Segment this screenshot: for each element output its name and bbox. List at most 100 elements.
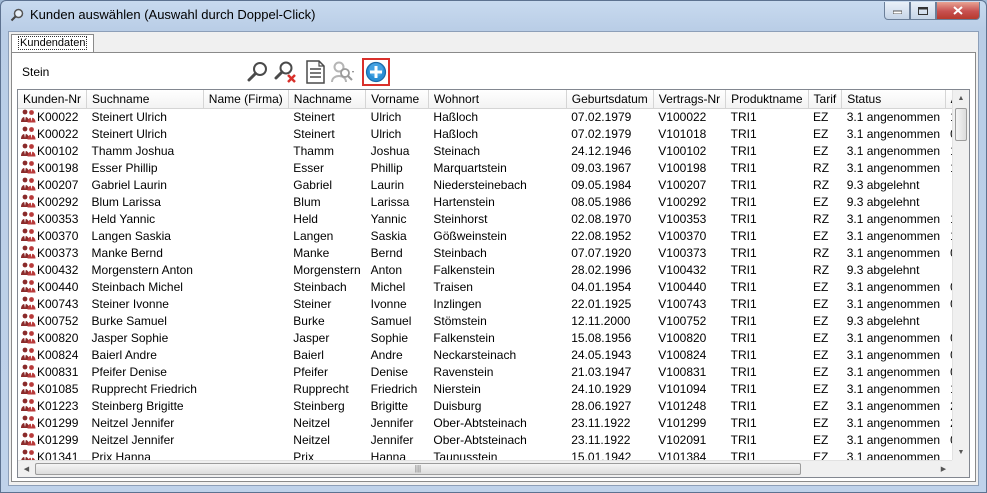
column-header[interactable]: Tarif [808, 90, 843, 109]
table-cell: EZ [813, 126, 829, 141]
table-cell: Jasper Sophie [91, 330, 169, 345]
column-header[interactable]: Vertrags-Nr [653, 90, 727, 109]
table-cell: RZ [813, 160, 830, 175]
column-header[interactable]: Nachname [288, 90, 367, 109]
table-cell: 9.3 abgelehnt [846, 177, 920, 192]
table-cell: V100353 [658, 211, 707, 226]
scroll-right-arrow-icon[interactable]: ▶ [935, 461, 952, 477]
table-row[interactable]: K00831 Pfeifer Denise Pfeifer Denise Ravenst… [18, 363, 969, 380]
table-cell: TRI1 [730, 296, 757, 311]
table-cell: 3.1 angenommen [846, 126, 941, 141]
table-cell: Phillip [370, 160, 403, 175]
scroll-up-arrow-icon[interactable]: ▲ [953, 90, 969, 107]
table-row[interactable]: K00207 Gabriel Laurin Gabriel Laurin Nieders… [18, 176, 969, 193]
table-cell: 3.1 angenommen [846, 330, 941, 345]
table-cell [203, 278, 288, 295]
column-header[interactable]: Vorname [365, 90, 429, 109]
table-cell: Laurin [370, 177, 405, 192]
search-input[interactable] [17, 61, 242, 83]
customer-icon [21, 160, 36, 174]
table-cell: Esser [293, 160, 324, 175]
table-row[interactable]: K01299 Neitzel Jennifer Neitzel Jennifer Obe… [18, 414, 969, 431]
customer-icon [21, 211, 36, 225]
table-row[interactable]: K00373 Manke Bernd Manke Bernd Steinbach 07.0… [18, 244, 969, 261]
table-cell: 09.05.1984 [571, 177, 632, 192]
vertical-scrollbar[interactable]: ▲ ▼ [952, 90, 969, 461]
horizontal-scroll-thumb[interactable]: ||| [35, 463, 801, 475]
table-row[interactable]: K00432 Morgenstern Anton Morgenstern Anton F… [18, 261, 969, 278]
table-row[interactable]: K00440 Steinbach Michel Steinbach Michel Tra… [18, 278, 969, 295]
table-cell: Anton [370, 262, 403, 277]
title-bar[interactable]: Kunden auswählen (Auswahl durch Doppel-C… [1, 1, 986, 29]
scroll-down-arrow-icon[interactable]: ▼ [953, 444, 969, 461]
customer-icon [21, 415, 36, 429]
table-row[interactable]: K01299 Neitzel Jennifer Neitzel Jennifer Obe… [18, 431, 969, 448]
tab-kundendaten[interactable]: Kundendaten [11, 34, 95, 53]
details-button[interactable] [302, 59, 328, 85]
table-cell: Steinbach [293, 279, 347, 294]
column-header[interactable]: Name (Firma) [203, 90, 289, 109]
search-icon [247, 62, 267, 82]
table-row[interactable]: K01223 Steinberg Brigitte Steinberg Brigitt… [18, 397, 969, 414]
table-cell: 23.11.1922 [571, 415, 631, 430]
table-row[interactable]: K00824 Baierl Andre Baierl Andre Neckarstein… [18, 346, 969, 363]
table-row[interactable]: K00022 Steinert Ulrich Steinert Ulrich Haßlo… [18, 125, 969, 142]
table-row[interactable]: K00022 Steinert Ulrich Steinert Ulrich Haßlo… [18, 108, 969, 125]
minimize-button[interactable] [884, 2, 910, 20]
table-cell: EZ [813, 330, 829, 345]
table-row[interactable]: K00353 Held Yannic Held Yannic Steinhorst 02.… [18, 210, 969, 227]
horizontal-scrollbar[interactable]: ◀ ||| ▶ [18, 460, 952, 477]
customer-icon [21, 296, 36, 310]
table-row[interactable]: K00820 Jasper Sophie Jasper Sophie Falkenste… [18, 329, 969, 346]
table-cell: V101248 [658, 398, 707, 413]
column-header[interactable]: Geburtsdatum [566, 90, 654, 109]
minimize-icon [892, 10, 902, 14]
table-cell: RZ [813, 262, 830, 277]
table-cell [203, 125, 288, 142]
table-cell: EZ [813, 398, 829, 413]
table-row[interactable]: K01085 Rupprecht Friedrich Rupprecht Friedr… [18, 380, 969, 397]
maximize-button[interactable] [910, 2, 936, 20]
table-cell: Steinach [433, 143, 481, 158]
table-row[interactable]: K00292 Blum Larissa Blum Larissa Hartenstein… [18, 193, 969, 210]
table-cell [203, 244, 288, 261]
table-cell [203, 176, 288, 193]
table-cell: Ivonne [370, 296, 407, 311]
user-search-button[interactable] [330, 59, 356, 85]
vertical-scroll-thumb[interactable] [955, 108, 967, 141]
tab-panel: Kunden-NrSuchnameName (Firma)NachnameVor… [11, 52, 976, 482]
customer-icon [21, 262, 36, 276]
column-header[interactable]: Produktname [725, 90, 809, 109]
table-cell: TRI1 [730, 194, 757, 209]
close-button[interactable] [936, 2, 980, 20]
column-header[interactable]: Wohnort [428, 90, 567, 109]
table-cell: TRI1 [730, 279, 757, 294]
table-row[interactable]: K00102 Thamm Joshua Thamm Joshua Steinach 24.… [18, 142, 969, 159]
table-row[interactable]: K00370 Langen Saskia Langen Saskia Gößweinst… [18, 227, 969, 244]
table-cell: Steinert [293, 126, 335, 141]
scroll-left-arrow-icon[interactable]: ◀ [18, 461, 35, 477]
table-cell: K00353 [18, 210, 87, 227]
table-cell: Steinberg Brigitte [91, 398, 184, 413]
table-cell: K00022 [18, 108, 87, 125]
table-cell: V100373 [658, 245, 707, 260]
add-customer-button[interactable] [362, 58, 390, 86]
table-cell: K00432 [18, 261, 87, 278]
table-cell: V100824 [658, 347, 707, 362]
table-cell: EZ [813, 143, 829, 158]
table-cell: Manke [293, 245, 330, 260]
customer-icon [21, 143, 36, 157]
table-cell: Traisen [433, 279, 473, 294]
table-cell: Gabriel Laurin [91, 177, 167, 192]
table-row[interactable]: K00752 Burke Samuel Burke Samuel Stömstein 12… [18, 312, 969, 329]
column-header[interactable]: Status [841, 90, 946, 109]
column-header[interactable]: Suchname [86, 90, 204, 109]
table-cell: Inzlingen [433, 296, 482, 311]
table-cell: Haßloch [433, 109, 479, 124]
search-button[interactable] [245, 59, 271, 85]
table-cell: 07.02.1979 [571, 126, 632, 141]
column-header[interactable]: Kunden-Nr [18, 90, 88, 109]
table-row[interactable]: K00743 Steiner Ivonne Steiner Ivonne Inzling… [18, 295, 969, 312]
clear-search-button[interactable] [273, 59, 299, 85]
table-row[interactable]: K00198 Esser Phillip Esser Phillip Marquarts… [18, 159, 969, 176]
